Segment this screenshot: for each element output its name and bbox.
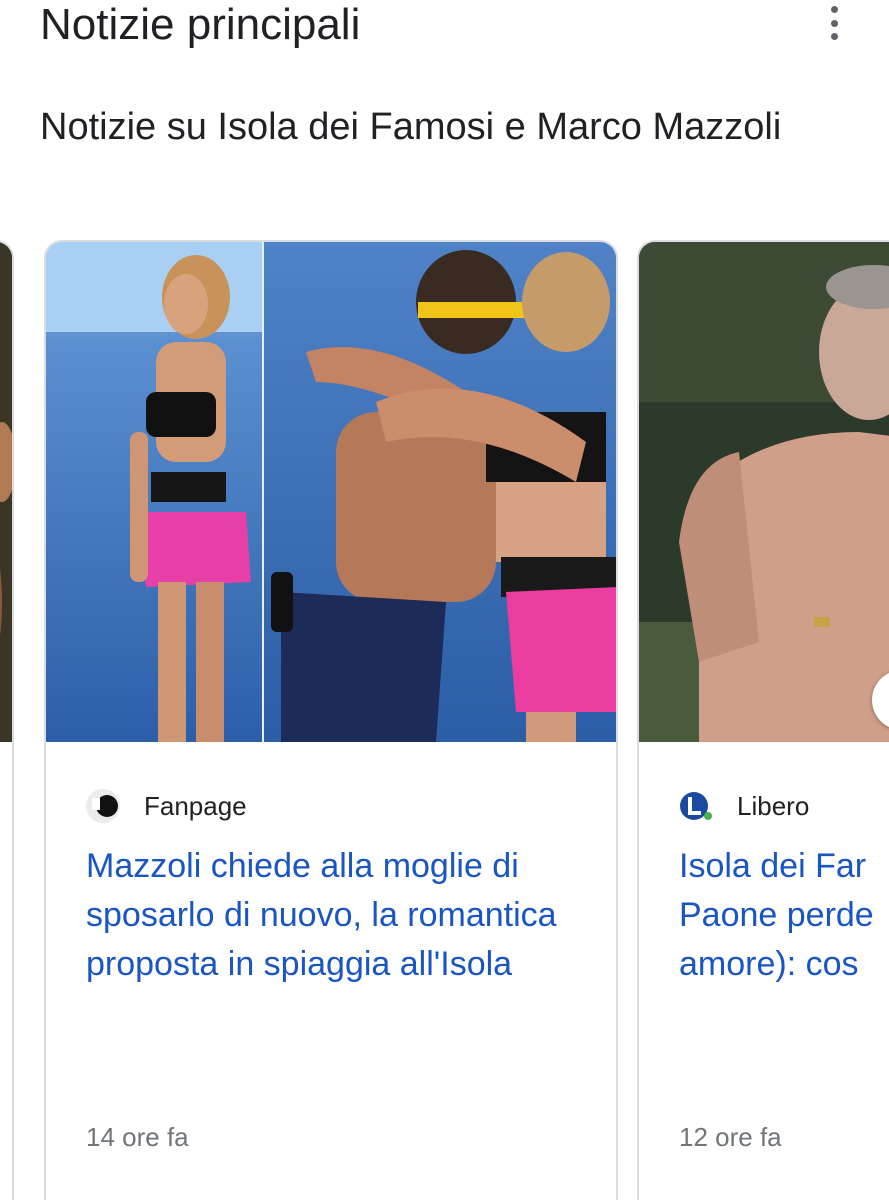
news-headline-link[interactable]: Isola dei Far Paone perde amore): cos	[679, 842, 889, 989]
source-name: Libero	[737, 790, 810, 821]
more-vert-icon[interactable]	[822, 6, 846, 40]
news-card-image	[639, 242, 889, 742]
news-timestamp: 12 ore fa	[679, 1122, 782, 1152]
news-timestamp: 14 ore fa	[86, 1122, 189, 1152]
news-card[interactable]: Libero Isola dei Far Paone perde amore):…	[637, 240, 889, 1200]
section-title: Notizie principali	[40, 0, 361, 49]
news-source: Libero	[679, 788, 809, 824]
news-card[interactable]: Fanpage Mazzoli chiede alla moglie di sp…	[44, 240, 618, 1200]
topic-title: Notizie su Isola dei Famosi e Marco Mazz…	[40, 106, 782, 148]
news-card-previous[interactable]	[0, 240, 14, 1200]
news-carousel[interactable]: Fanpage Mazzoli chiede alla moglie di sp…	[0, 240, 889, 1200]
news-page: Notizie principali Notizie su Isola dei …	[0, 0, 889, 1200]
fanpage-logo	[86, 789, 120, 823]
news-card-image	[46, 242, 616, 742]
source-name: Fanpage	[144, 790, 247, 821]
libero-logo	[679, 789, 713, 823]
news-source: Fanpage	[86, 788, 247, 824]
news-headline-link[interactable]: Mazzoli chiede alla moglie di sposarlo d…	[86, 842, 586, 989]
news-card-image	[0, 242, 12, 742]
